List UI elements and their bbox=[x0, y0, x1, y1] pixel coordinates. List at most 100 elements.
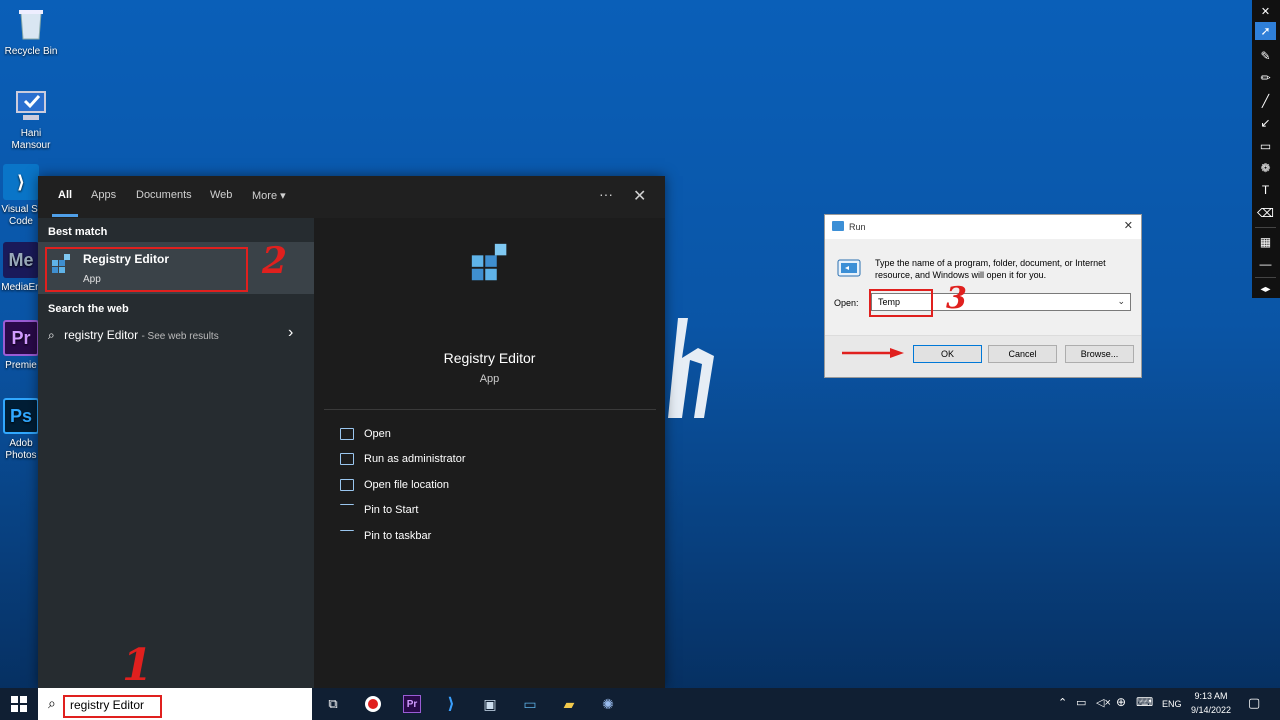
desktop-icon-recycle-bin[interactable]: Recycle Bin bbox=[0, 6, 62, 58]
toolbar-divider bbox=[1255, 277, 1276, 278]
language-indicator[interactable]: ENG bbox=[1162, 699, 1182, 709]
desktop-icon-label: Visual St Code bbox=[1, 204, 41, 227]
annotation-arrow-icon bbox=[842, 348, 904, 358]
close-icon[interactable]: ✕ bbox=[633, 186, 646, 206]
eraser-icon[interactable]: ⌫ bbox=[1255, 204, 1276, 222]
action-label: Pin to Start bbox=[364, 504, 419, 516]
desktop-icon-photoshop[interactable]: Ps Adob Photos bbox=[0, 398, 42, 462]
pin-icon bbox=[340, 530, 354, 542]
taskbar: ⌕ registry Editor ⧉ Pr ⟩ ▣ ▭ ▰ ✺ ⌃ ▭ ◁× … bbox=[0, 688, 1280, 720]
chevron-right-icon[interactable]: › bbox=[288, 324, 293, 342]
run-app-icon[interactable]: ▭ bbox=[521, 695, 539, 713]
line-width-icon[interactable]: — bbox=[1255, 255, 1276, 273]
photoshop-icon: Ps bbox=[3, 398, 39, 434]
rectangle-icon[interactable]: ▭ bbox=[1255, 137, 1276, 155]
detail-title: Registry Editor bbox=[443, 350, 536, 366]
desktop-icon-premiere[interactable]: Pr Premie bbox=[0, 320, 42, 372]
notifications-icon[interactable]: ▢ bbox=[1248, 695, 1260, 711]
annotation-number-two: 2 bbox=[262, 240, 288, 282]
annotation-box-best-match bbox=[45, 247, 248, 292]
tab-apps[interactable]: Apps bbox=[91, 189, 116, 201]
cancel-button[interactable]: Cancel bbox=[988, 345, 1057, 363]
chevron-up-icon[interactable]: ⌃ bbox=[1058, 696, 1067, 709]
action-pin-to-taskbar[interactable]: Pin to taskbar bbox=[340, 530, 431, 542]
annotation-box-temp bbox=[869, 289, 933, 317]
desktop-icon-mediaencoder[interactable]: Me MediaEn bbox=[0, 242, 42, 294]
stamp-icon[interactable]: ❁ bbox=[1255, 159, 1276, 177]
folder-icon[interactable]: ▰ bbox=[560, 695, 578, 713]
run-title: Run bbox=[849, 222, 866, 232]
detail-subtitle: App bbox=[479, 373, 500, 385]
record-icon[interactable] bbox=[364, 695, 382, 713]
active-tab-indicator bbox=[52, 214, 78, 217]
close-icon[interactable]: ✕ bbox=[1124, 219, 1133, 232]
computer-icon[interactable]: ▣ bbox=[481, 695, 499, 713]
keyboard-icon[interactable]: ⌨ bbox=[1136, 695, 1153, 709]
ok-button[interactable]: OK bbox=[913, 345, 982, 363]
wallpaper-logo-icon bbox=[668, 318, 714, 418]
run-description: Type the name of a program, folder, docu… bbox=[875, 258, 1106, 280]
action-label: Open file location bbox=[364, 479, 449, 491]
search-icon: ⌕ bbox=[48, 328, 55, 342]
action-label: Run as administrator bbox=[364, 453, 466, 465]
action-pin-to-start[interactable]: Pin to Start bbox=[340, 504, 418, 516]
annotation-number-one: 1 bbox=[122, 640, 153, 691]
tab-all[interactable]: All bbox=[58, 189, 72, 201]
annotation-box-search bbox=[63, 695, 162, 718]
recycle-bin-icon bbox=[13, 6, 49, 42]
caret-down-icon: ▾ bbox=[280, 190, 286, 202]
close-icon[interactable]: ✕ bbox=[1255, 2, 1276, 20]
globe-icon[interactable]: ⊕ bbox=[1116, 695, 1126, 709]
clock-date[interactable]: 9/14/2022 bbox=[1186, 705, 1236, 715]
whiteboard-icon[interactable]: ▦ bbox=[1255, 233, 1276, 251]
registry-editor-large-icon bbox=[471, 243, 507, 281]
file-icon bbox=[340, 479, 354, 491]
tab-more[interactable]: More ▾ bbox=[252, 189, 286, 202]
action-run-as-admin[interactable]: Run as administrator bbox=[340, 453, 466, 465]
tab-more-label: More bbox=[252, 190, 278, 202]
pen-icon[interactable]: ✎ bbox=[1255, 47, 1276, 65]
open-icon bbox=[340, 428, 354, 440]
ellipsis-icon[interactable]: ··· bbox=[599, 186, 613, 202]
marker-icon[interactable]: ✏ bbox=[1255, 69, 1276, 87]
web-result[interactable]: ⌕ registry Editor - See web results bbox=[48, 328, 219, 343]
run-icon bbox=[832, 221, 844, 231]
expand-icon[interactable]: ◂▸ bbox=[1255, 280, 1276, 298]
action-open-file-location[interactable]: Open file location bbox=[340, 479, 449, 491]
arrow-icon[interactable]: ↙ bbox=[1255, 114, 1276, 132]
windows-start-icon[interactable] bbox=[10, 695, 28, 713]
desktop-icon-vscode[interactable]: ⟩ Visual St Code bbox=[0, 164, 42, 228]
desktop-icon-label: Hani Mansour bbox=[11, 128, 51, 151]
battery-icon[interactable]: ▭ bbox=[1076, 696, 1086, 709]
browse-button[interactable]: Browse... bbox=[1065, 345, 1134, 363]
text-icon[interactable]: T bbox=[1255, 181, 1276, 199]
web-result-suffix: - See web results bbox=[141, 331, 219, 342]
line-icon[interactable]: ╱ bbox=[1255, 92, 1276, 110]
clock-time[interactable]: 9:13 AM bbox=[1188, 691, 1234, 701]
run-titlebar: Run ✕ bbox=[825, 215, 1141, 239]
run-program-icon bbox=[837, 259, 861, 277]
premiere-icon: Pr bbox=[3, 320, 39, 356]
action-label: Pin to taskbar bbox=[364, 530, 432, 542]
volume-muted-icon[interactable]: ◁× bbox=[1096, 696, 1111, 709]
premiere-icon[interactable]: Pr bbox=[403, 695, 421, 713]
task-view-icon[interactable]: ⧉ bbox=[324, 695, 342, 713]
search-web-heading: Search the web bbox=[48, 303, 129, 315]
run-open-label: Open: bbox=[834, 298, 859, 308]
media-encoder-icon: Me bbox=[3, 242, 39, 278]
drawing-toolbar: ✕ ➚ ✎ ✏ ╱ ↙ ▭ ❁ T ⌫ ▦ — ◂▸ bbox=[1252, 0, 1280, 298]
pin-icon bbox=[340, 504, 354, 516]
paint-icon[interactable]: ✺ bbox=[599, 695, 617, 713]
vscode-icon[interactable]: ⟩ bbox=[442, 695, 460, 713]
search-icon: ⌕ bbox=[48, 695, 56, 711]
chevron-down-icon[interactable]: ⌄ bbox=[1117, 296, 1125, 307]
action-open[interactable]: Open bbox=[340, 428, 391, 440]
best-match-heading: Best match bbox=[48, 226, 108, 238]
desktop-icon-user[interactable]: Hani Mansour bbox=[0, 88, 62, 152]
tab-documents[interactable]: Documents bbox=[136, 189, 192, 201]
pointer-icon[interactable]: ➚ bbox=[1255, 22, 1276, 40]
detail-divider bbox=[324, 409, 656, 410]
web-result-query: registry Editor bbox=[64, 328, 139, 342]
tab-web[interactable]: Web bbox=[210, 189, 232, 201]
vscode-icon: ⟩ bbox=[3, 164, 39, 200]
